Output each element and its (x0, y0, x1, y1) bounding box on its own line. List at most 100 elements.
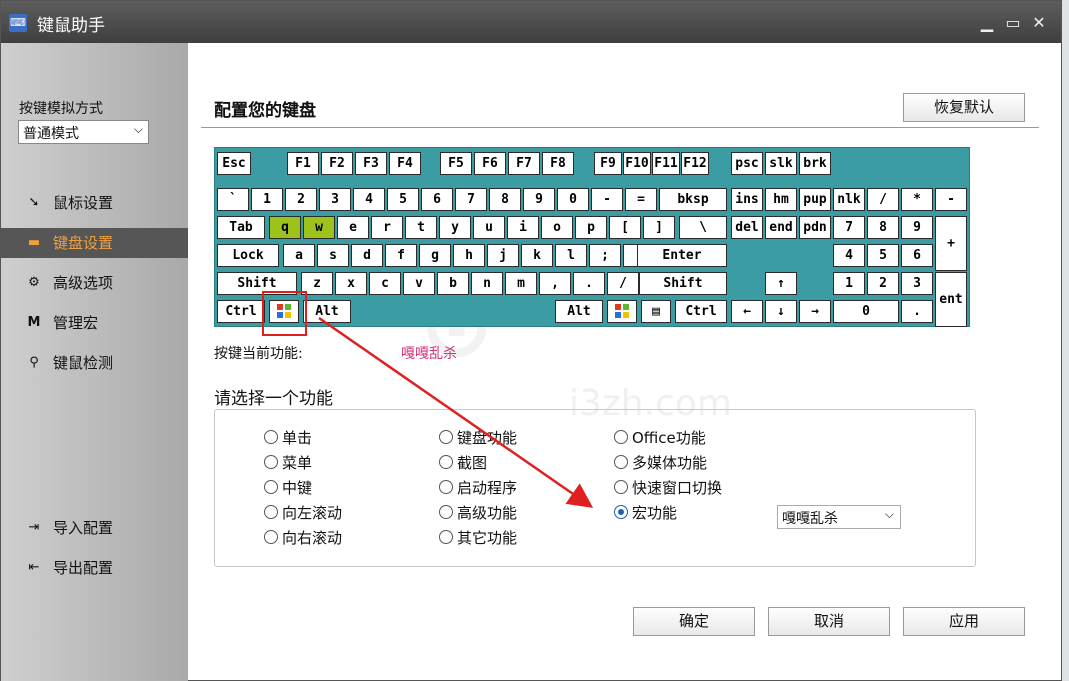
key-brk[interactable]: brk (799, 152, 831, 175)
mode-select[interactable]: 普通模式 ⌵ (18, 120, 149, 144)
key-shift[interactable]: Shift (639, 272, 727, 295)
option-scroll-left[interactable]: 向左滚动 (264, 503, 342, 523)
key-[interactable]: . (573, 272, 605, 295)
option-multimedia[interactable]: 多媒体功能 (614, 453, 707, 473)
option-click[interactable]: 单击 (264, 428, 312, 448)
key-f1[interactable]: F1 (287, 152, 319, 175)
key-nlk[interactable]: nlk (833, 188, 865, 211)
macro-select[interactable]: 嘎嘎乱杀 ⌵ (777, 505, 901, 529)
key-lock[interactable]: Lock (217, 244, 279, 267)
cancel-button[interactable]: 取消 (768, 607, 890, 636)
key-f9[interactable]: F9 (594, 152, 622, 175)
key-9[interactable]: 9 (523, 188, 555, 211)
key-f7[interactable]: F7 (508, 152, 540, 175)
key-slk[interactable]: slk (765, 152, 797, 175)
key-1[interactable]: 1 (251, 188, 283, 211)
key-f6[interactable]: F6 (474, 152, 506, 175)
sidebar-item-macro[interactable]: M 管理宏 (1, 308, 188, 338)
sidebar-item-detect[interactable]: ⚲ 键鼠检测 (1, 348, 188, 378)
key-[interactable]: / (607, 272, 639, 295)
key-f12[interactable]: F12 (681, 152, 709, 175)
apply-button[interactable]: 应用 (903, 607, 1025, 636)
key-[interactable]: - (935, 188, 967, 211)
key-4[interactable]: 4 (353, 188, 385, 211)
key-7[interactable]: 7 (833, 216, 865, 239)
key-[interactable]: = (625, 188, 657, 211)
key-r[interactable]: r (371, 216, 403, 239)
key-pdn[interactable]: pdn (799, 216, 831, 239)
key-ins[interactable]: ins (731, 188, 763, 211)
key-ctrl[interactable]: Ctrl (675, 300, 727, 323)
key-u[interactable]: u (473, 216, 505, 239)
key-[interactable]: ↑ (765, 272, 797, 295)
option-office[interactable]: Office功能 (614, 428, 706, 448)
export-config-button[interactable]: ⇤ 导出配置 (1, 553, 188, 583)
key-[interactable]: → (799, 300, 831, 323)
import-config-button[interactable]: ⇥ 导入配置 (1, 513, 188, 543)
key-d[interactable]: d (351, 244, 383, 267)
key-[interactable]: ; (589, 244, 621, 267)
key-0[interactable]: 0 (557, 188, 589, 211)
key-enter[interactable]: Enter (637, 244, 727, 267)
key-alt[interactable]: Alt (555, 300, 603, 323)
key-k[interactable]: k (521, 244, 553, 267)
key-[interactable]: ] (643, 216, 675, 239)
option-window-switch[interactable]: 快速窗口切换 (614, 478, 722, 498)
key-q[interactable]: q (269, 216, 301, 239)
minimize-icon[interactable]: ▁ (977, 13, 997, 33)
option-menu[interactable]: 菜单 (264, 453, 312, 473)
key-y[interactable]: y (439, 216, 471, 239)
key-[interactable]: \ (679, 216, 727, 239)
key-3[interactable]: 3 (319, 188, 351, 211)
key-f8[interactable]: F8 (542, 152, 574, 175)
key-v[interactable]: v (403, 272, 435, 295)
key-2[interactable]: 2 (867, 272, 899, 295)
key-f[interactable]: f (385, 244, 417, 267)
key-[interactable]: * (901, 188, 933, 211)
key-5[interactable]: 5 (387, 188, 419, 211)
key-j[interactable]: j (487, 244, 519, 267)
key-8[interactable]: 8 (867, 216, 899, 239)
key-[interactable]: ← (731, 300, 763, 323)
key-psc[interactable]: psc (731, 152, 763, 175)
key-[interactable]: . (901, 300, 933, 323)
sidebar-item-advanced[interactable]: ⚙ 高级选项 (1, 268, 188, 298)
key-end[interactable]: end (765, 216, 797, 239)
key-l[interactable]: l (555, 244, 587, 267)
key-alt[interactable]: Alt (303, 300, 351, 323)
key-6[interactable]: 6 (901, 244, 933, 267)
key-0[interactable]: 0 (833, 300, 899, 323)
option-advanced[interactable]: 高级功能 (439, 503, 517, 523)
key-2[interactable]: 2 (285, 188, 317, 211)
key-x[interactable]: x (335, 272, 367, 295)
key-[interactable]: + (935, 216, 967, 271)
key-ctrl[interactable]: Ctrl (217, 300, 265, 323)
close-icon[interactable]: ✕ (1029, 13, 1049, 33)
option-macro[interactable]: 宏功能 (614, 503, 677, 523)
ok-button[interactable]: 确定 (633, 607, 755, 636)
key-3[interactable]: 3 (901, 272, 933, 295)
key-win[interactable] (607, 300, 637, 323)
key-i[interactable]: i (507, 216, 539, 239)
key-4[interactable]: 4 (833, 244, 865, 267)
key-[interactable]: / (867, 188, 899, 211)
key-c[interactable]: c (369, 272, 401, 295)
key-5[interactable]: 5 (867, 244, 899, 267)
key-m[interactable]: m (505, 272, 537, 295)
option-launch[interactable]: 启动程序 (439, 478, 517, 498)
restore-default-button[interactable]: 恢复默认 (903, 93, 1025, 122)
key-bksp[interactable]: bksp (659, 188, 727, 211)
key-a[interactable]: a (283, 244, 315, 267)
key-[interactable]: ` (217, 188, 249, 211)
key-7[interactable]: 7 (455, 188, 487, 211)
key-f5[interactable]: F5 (440, 152, 472, 175)
maximize-icon[interactable]: ▭ (1003, 13, 1023, 33)
key-6[interactable]: 6 (421, 188, 453, 211)
option-keyboard-func[interactable]: 键盘功能 (439, 428, 517, 448)
option-screenshot[interactable]: 截图 (439, 453, 487, 473)
key-e[interactable]: e (337, 216, 369, 239)
sidebar-item-mouse[interactable]: ➘ 鼠标设置 (1, 188, 188, 218)
key-ent[interactable]: ent (935, 272, 967, 327)
key-hm[interactable]: hm (765, 188, 797, 211)
option-other[interactable]: 其它功能 (439, 528, 517, 548)
